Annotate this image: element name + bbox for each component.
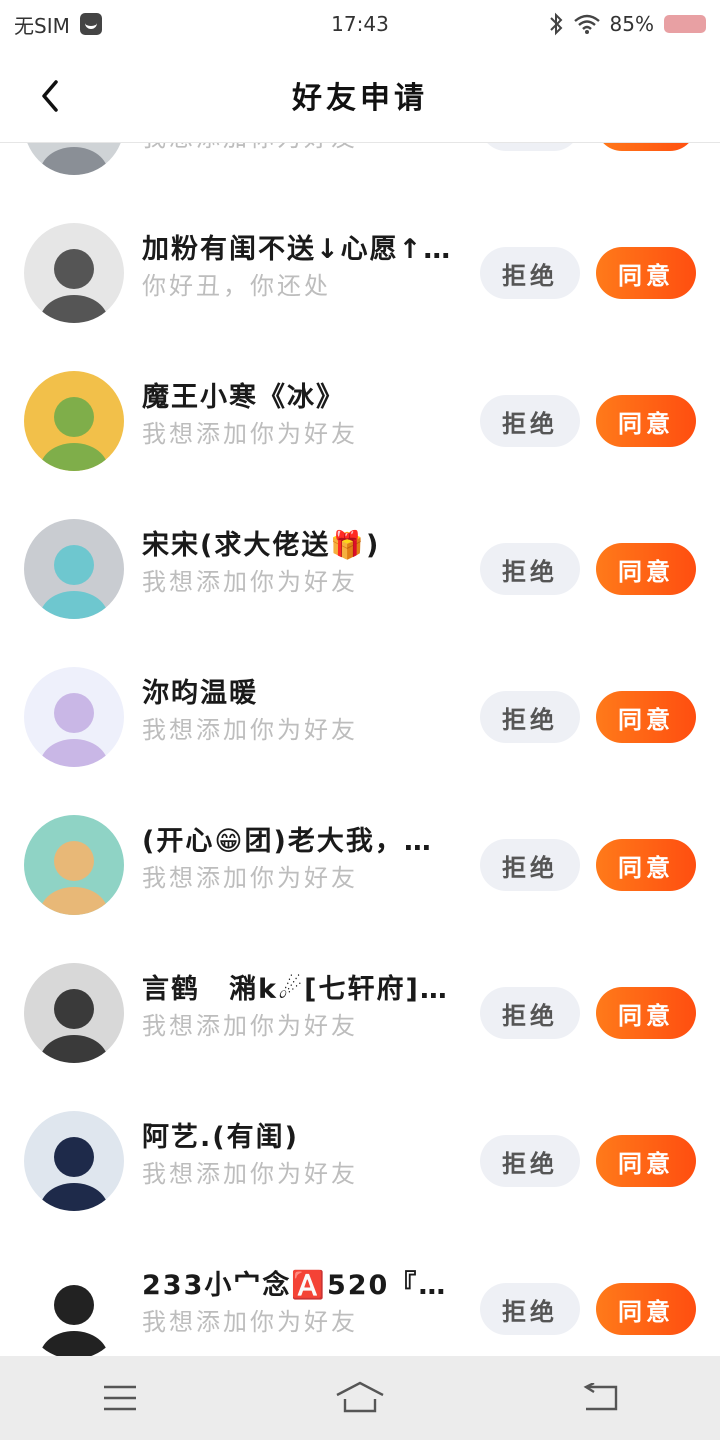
avatar[interactable] <box>24 519 124 619</box>
requester-name: 言鹤 潲k☄[七轩府]… <box>142 974 449 1005</box>
avatar-face <box>54 397 94 437</box>
avatar[interactable] <box>24 667 124 767</box>
accept-button[interactable]: 同意 <box>596 987 696 1039</box>
accept-button[interactable]: 同意 <box>596 1135 696 1187</box>
bluetooth-icon <box>548 12 564 36</box>
request-message: 我想添加你为好友 <box>142 716 358 744</box>
back-button[interactable] <box>30 76 70 116</box>
reject-button[interactable]: 拒绝 <box>480 1283 580 1335</box>
list-item[interactable]: 言鹤 潲k☄[七轩府]… 我想添加你为好友 拒绝 同意 <box>0 935 720 1083</box>
list-item[interactable]: 宋宋(求大佬送🎁) 我想添加你为好友 拒绝 同意 <box>0 491 720 639</box>
avatar-face <box>54 989 94 1029</box>
notification-icon <box>79 13 102 35</box>
accept-button[interactable]: 同意 <box>596 247 696 299</box>
requester-name: 沵昀温暖 <box>142 678 258 709</box>
requester-name: 233小宀念🅰️520『有诗… <box>142 1270 462 1301</box>
wifi-icon <box>573 14 600 34</box>
request-message: 我想添加你为好友 <box>142 420 358 448</box>
avatar[interactable] <box>24 223 124 323</box>
friend-request-list[interactable]: … 我想添加你为好友 拒绝 同意 加粉有闺不送↓心愿↑… 你好丑，你还处 拒绝 … <box>0 143 720 1357</box>
avatar[interactable] <box>24 1259 124 1357</box>
reject-button[interactable]: 拒绝 <box>480 543 580 595</box>
accept-button[interactable]: 同意 <box>596 395 696 447</box>
avatar-face <box>54 693 94 733</box>
list-item[interactable]: 阿艺.(有闺) 我想添加你为好友 拒绝 同意 <box>0 1083 720 1231</box>
reject-button[interactable]: 拒绝 <box>480 247 580 299</box>
list-item[interactable]: 魔王小寒《冰》 我想添加你为好友 拒绝 同意 <box>0 343 720 491</box>
request-message: 我想添加你为好友 <box>142 1160 358 1188</box>
avatar-face <box>54 1137 94 1177</box>
request-info: 言鹤 潲k☄[七轩府]… 我想添加你为好友 <box>142 971 462 1043</box>
status-left: 无SIM <box>14 10 102 39</box>
reject-button[interactable]: 拒绝 <box>480 395 580 447</box>
home-button[interactable] <box>320 1368 400 1428</box>
list-item[interactable]: (开心😁团)老大我，… 我想添加你为好友 拒绝 同意 <box>0 787 720 935</box>
requester-name: (开心😁团)老大我，… <box>142 826 433 857</box>
reject-button[interactable]: 拒绝 <box>480 143 580 151</box>
accept-button[interactable]: 同意 <box>596 1283 696 1335</box>
request-message: 我想添加你为好友 <box>142 1308 358 1336</box>
request-info: 加粉有闺不送↓心愿↑… 你好丑，你还处 <box>142 231 462 303</box>
list-item[interactable]: 加粉有闺不送↓心愿↑… 你好丑，你还处 拒绝 同意 <box>0 195 720 343</box>
list-item[interactable]: 233小宀念🅰️520『有诗… 我想添加你为好友 拒绝 同意 <box>0 1231 720 1357</box>
menu-icon <box>104 1385 136 1411</box>
request-info: 魔王小寒《冰》 我想添加你为好友 <box>142 379 462 451</box>
reject-button[interactable]: 拒绝 <box>480 691 580 743</box>
reject-button[interactable]: 拒绝 <box>480 1135 580 1187</box>
request-message: 你好丑，你还处 <box>142 272 331 300</box>
carrier-text: 无SIM <box>14 13 70 38</box>
accept-button[interactable]: 同意 <box>596 543 696 595</box>
battery-text: 85% <box>609 12 654 36</box>
list-content: … 我想添加你为好友 拒绝 同意 加粉有闺不送↓心愿↑… 你好丑，你还处 拒绝 … <box>0 143 720 1357</box>
request-info: … 我想添加你为好友 <box>142 143 462 155</box>
status-right: 85% <box>548 12 706 36</box>
request-info: 宋宋(求大佬送🎁) 我想添加你为好友 <box>142 527 462 599</box>
menu-button[interactable] <box>80 1368 160 1428</box>
request-info: 阿艺.(有闺) 我想添加你为好友 <box>142 1119 462 1191</box>
requester-name: 加粉有闺不送↓心愿↑… <box>142 234 453 265</box>
request-message: 我想添加你为好友 <box>142 864 358 892</box>
request-message: 我想添加你为好友 <box>142 1012 358 1040</box>
reject-button[interactable]: 拒绝 <box>480 839 580 891</box>
accept-button[interactable]: 同意 <box>596 839 696 891</box>
avatar-face <box>54 1285 94 1325</box>
request-message: 我想添加你为好友 <box>142 143 462 155</box>
avatar-face <box>54 841 94 881</box>
requester-name: 魔王小寒《冰》 <box>142 382 345 413</box>
request-info: 233小宀念🅰️520『有诗… 我想添加你为好友 <box>142 1267 462 1339</box>
reject-button[interactable]: 拒绝 <box>480 987 580 1039</box>
request-message: 我想添加你为好友 <box>142 568 358 596</box>
page-title: 好友申请 <box>292 81 428 116</box>
request-info: (开心😁团)老大我，… 我想添加你为好友 <box>142 823 462 895</box>
chevron-left-icon <box>42 80 58 112</box>
status-bar: 无SIM 17:43 85% <box>0 0 720 48</box>
system-nav-bar <box>0 1356 720 1440</box>
home-icon <box>336 1381 384 1413</box>
list-item[interactable]: 沵昀温暖 我想添加你为好友 拒绝 同意 <box>0 639 720 787</box>
avatar[interactable] <box>24 143 124 175</box>
avatar[interactable] <box>24 371 124 471</box>
battery-icon <box>664 15 706 33</box>
avatar[interactable] <box>24 815 124 915</box>
return-icon <box>583 1383 618 1411</box>
avatar-face <box>54 545 94 585</box>
requester-name: 阿艺.(有闺) <box>142 1122 299 1153</box>
accept-button[interactable]: 同意 <box>596 691 696 743</box>
list-item[interactable]: … 我想添加你为好友 拒绝 同意 <box>0 143 720 195</box>
accept-button[interactable]: 同意 <box>596 143 696 151</box>
back-nav-button[interactable] <box>560 1368 640 1428</box>
avatar-face <box>54 249 94 289</box>
avatar[interactable] <box>24 1111 124 1211</box>
request-info: 沵昀温暖 我想添加你为好友 <box>142 675 462 747</box>
requester-name: 宋宋(求大佬送🎁) <box>142 530 381 561</box>
avatar[interactable] <box>24 963 124 1063</box>
nav-header: 好友申请 <box>0 48 720 143</box>
